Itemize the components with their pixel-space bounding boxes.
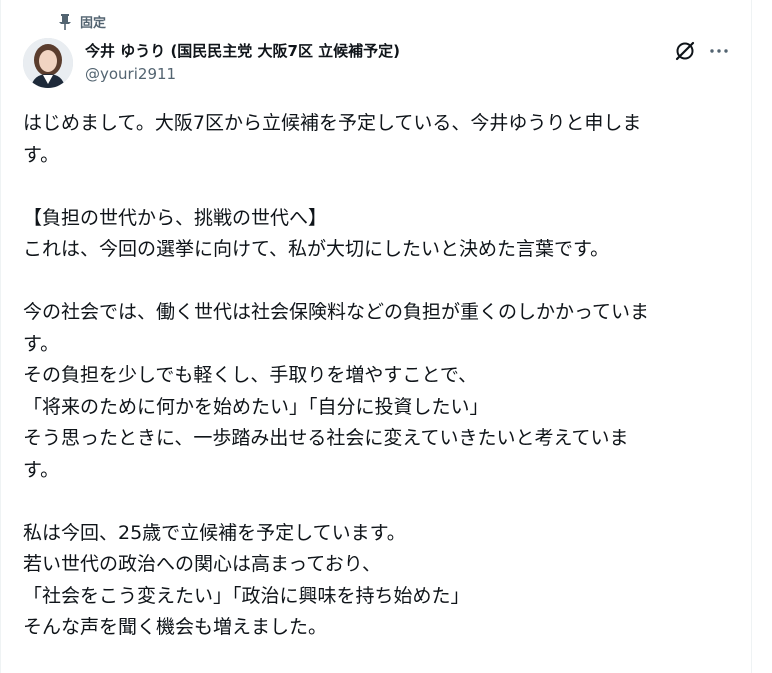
author-name[interactable]: 今井 ゆうり (国民民主党 大阪7区 立候補予定) <box>85 40 400 61</box>
post-line: 【負担の世代から、挑戦の世代へ】 <box>23 206 328 229</box>
post-line: 若い世代の政治への関心は高まっており、 <box>23 553 381 575</box>
post-line-break <box>23 171 735 203</box>
post-line: 今の社会では、働く世代は社会保険料などの負担が重くのしかかっていま <box>23 301 650 323</box>
post-text: はじめまして。大阪7区から立候補を予定している、今井ゆうりと申しま す。 【負担… <box>23 108 735 644</box>
author-display-name[interactable]: 今井 ゆうり (国民民主党 大阪7区 立候補予定) <box>85 40 400 61</box>
post-line: そう思ったときに、一歩踏み出せる社会に変えていきたいと考えていま <box>23 427 629 449</box>
post-line: これは、今回の選挙に向けて、私が大切にしたいと決めた言葉です。 <box>23 238 610 260</box>
post-line: す。 <box>23 143 60 166</box>
avatar[interactable] <box>23 38 73 88</box>
author-handle[interactable]: @youri2911 <box>85 65 176 83</box>
post-line: 「社会をこう変えたい」「政治に興味を持ち始めた」 <box>23 584 470 607</box>
pin-icon <box>58 13 72 30</box>
post-line: 「将来のために何かを始めたい」「自分に投資したい」 <box>23 395 489 418</box>
post-line: その負担を少しでも軽くし、手取りを増やすことで、 <box>23 364 478 386</box>
post-card[interactable]: 固定 今井 ゆうり (国民民主党 大阪7区 立候補予定) @youri2911 … <box>0 0 752 673</box>
post-line: はじめまして。大阪7区から立候補を予定している、今井ゆうりと申しま <box>23 112 642 134</box>
post-line: 私は今回、25歳で立候補を予定しています。 <box>23 521 406 544</box>
post-line: そんな声を聞く機会も増えました。 <box>23 616 328 638</box>
post-line: す。 <box>23 332 60 355</box>
post-line-break <box>23 266 735 298</box>
grok-icon[interactable] <box>674 40 696 62</box>
more-icon[interactable] <box>707 39 731 63</box>
pinned-label: 固定 <box>80 16 107 31</box>
post-line: す。 <box>23 458 60 481</box>
pinned-indicator: 固定 <box>58 12 106 31</box>
post-line-break <box>23 486 735 518</box>
